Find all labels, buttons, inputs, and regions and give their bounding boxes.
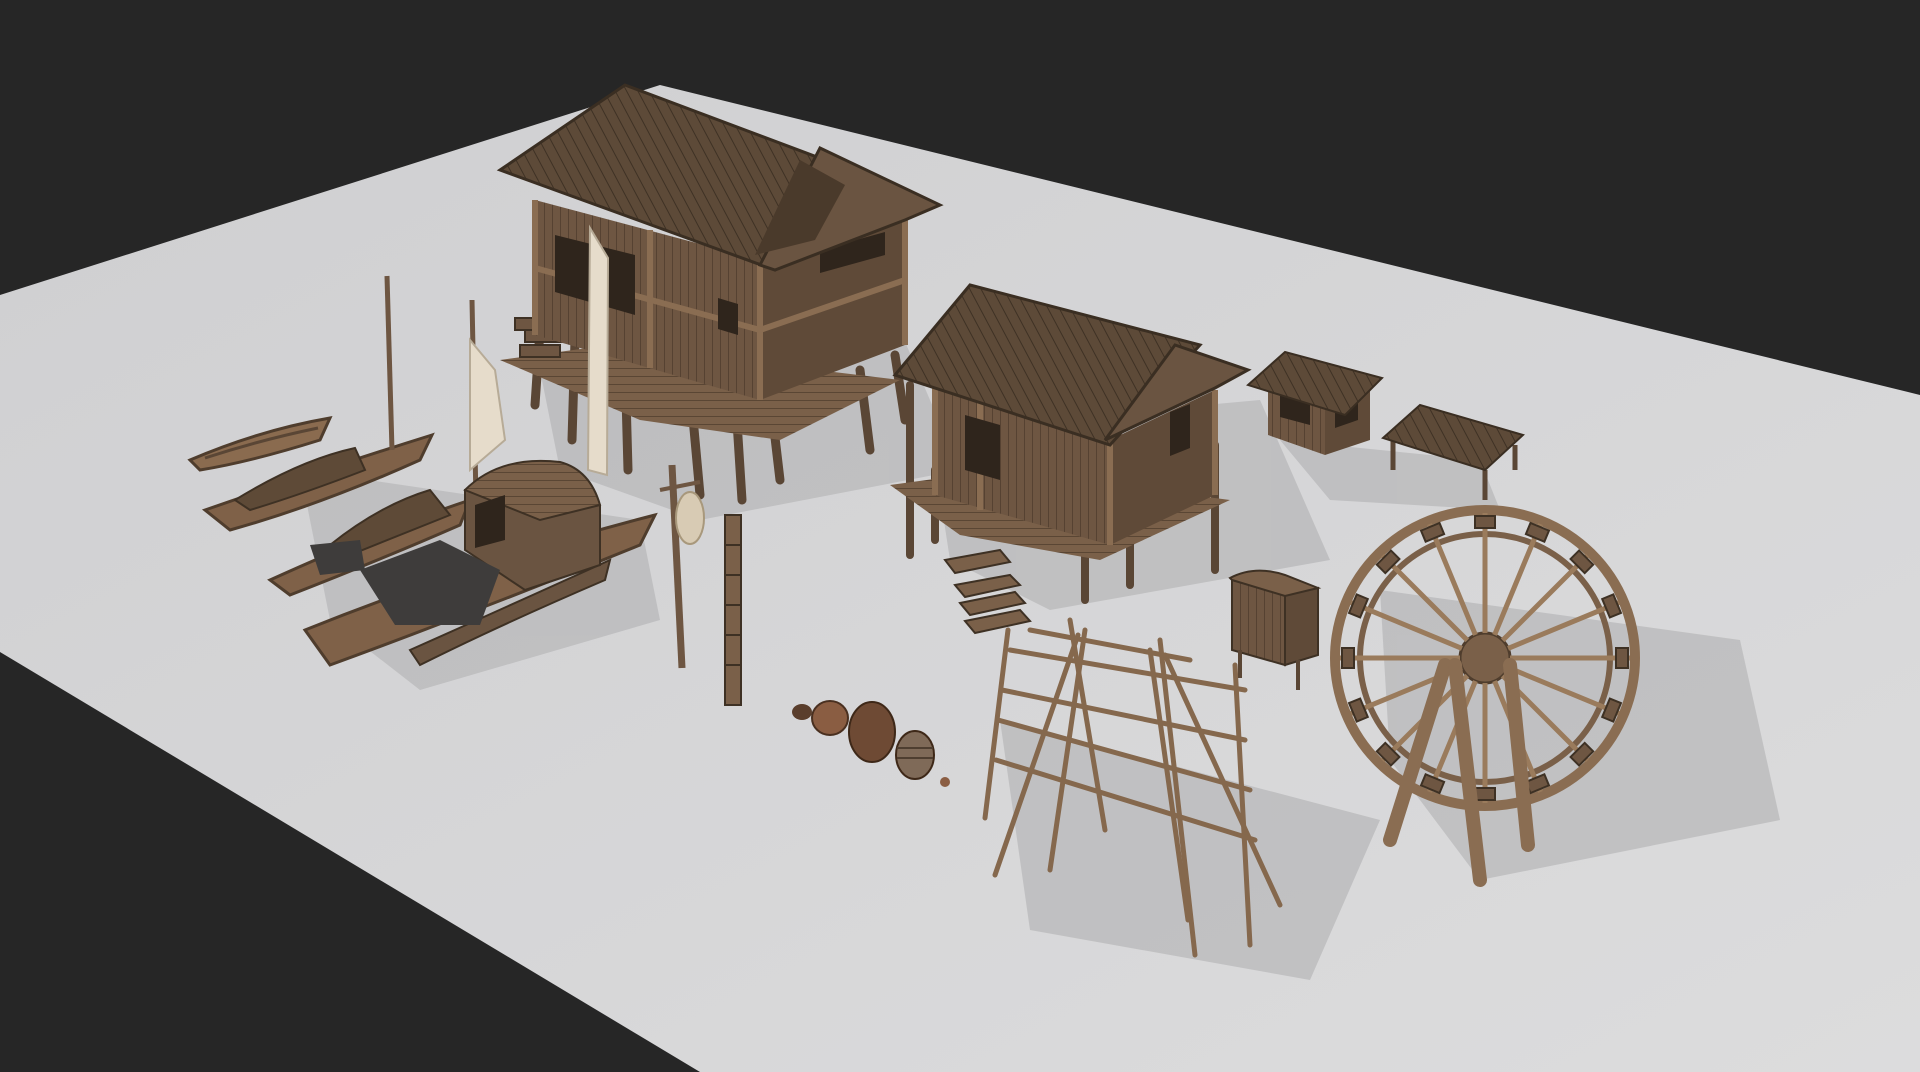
- wheel-paddle: [1474, 515, 1496, 529]
- wheel-paddle: [1341, 647, 1355, 669]
- large-sail: [586, 224, 610, 477]
- totem-post: [724, 514, 742, 706]
- wheel-paddle: [1474, 787, 1496, 801]
- scene-viewport: [0, 0, 1920, 1072]
- wheel-paddle: [1615, 647, 1629, 669]
